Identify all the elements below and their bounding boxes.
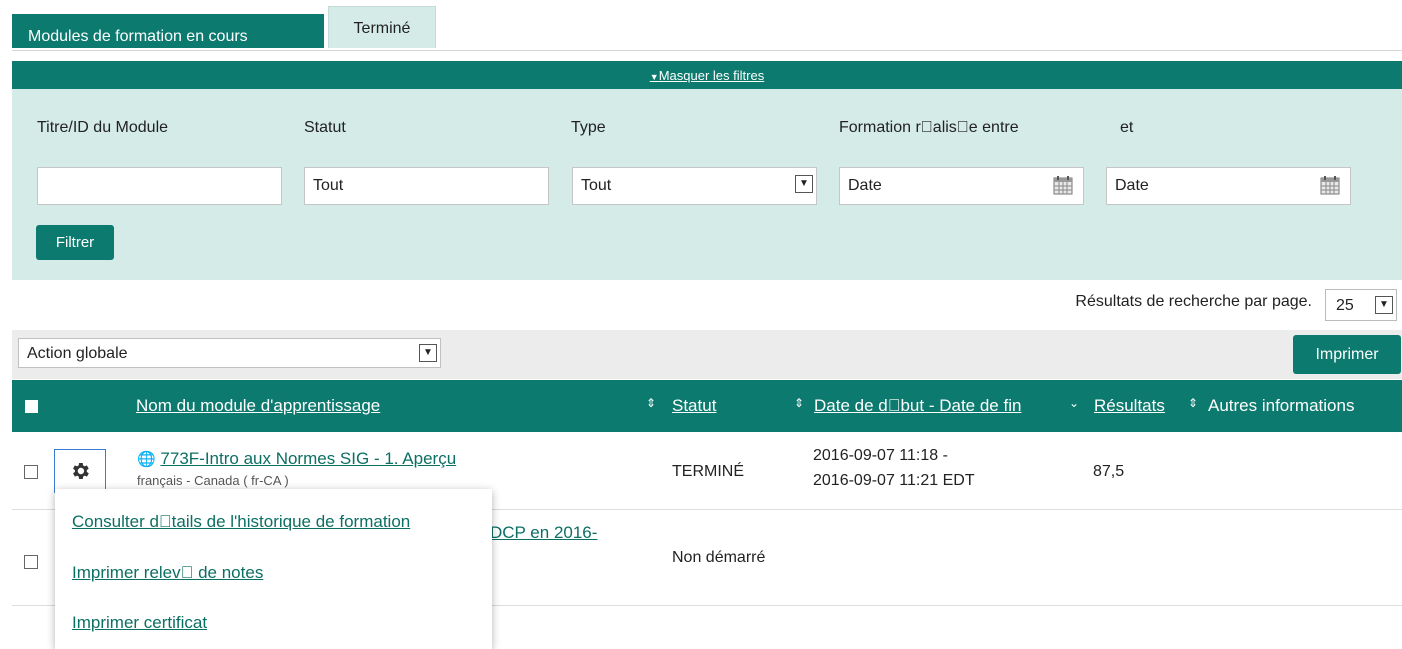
tab-in-progress[interactable]: Modules de formation en cours xyxy=(12,14,324,48)
filter-toggle-bar: ▼Masquer les filtres xyxy=(12,61,1402,89)
sort-desc-icon[interactable]: ⌄ xyxy=(1069,396,1079,410)
chevron-down-icon[interactable]: ▼ xyxy=(1375,296,1393,314)
calendar-icon[interactable] xyxy=(1320,175,1340,195)
sort-icon[interactable]: ⇕ xyxy=(646,396,656,410)
print-button[interactable]: Imprimer xyxy=(1293,335,1401,374)
status-cell: Non démarré xyxy=(672,549,766,566)
caret-down-icon: ▼ xyxy=(649,72,659,82)
status-value: Tout xyxy=(313,177,344,194)
row-checkbox[interactable] xyxy=(24,555,38,569)
globe-icon: 🌐 xyxy=(137,451,156,468)
date-to-placeholder: Date xyxy=(1115,177,1149,194)
select-all-checkbox[interactable] xyxy=(25,400,38,413)
date-from-field[interactable]: Date xyxy=(839,167,1084,205)
module-title-cell: 🌐 773F-Intro aux Normes SIG - 1. Aperçu xyxy=(137,449,456,469)
date-end: 2016-09-07 11:21 EDT xyxy=(813,472,975,489)
date-to-field[interactable]: Date xyxy=(1106,167,1351,205)
tab-completed[interactable]: Terminé xyxy=(328,6,436,48)
row-checkbox[interactable] xyxy=(24,465,38,479)
column-header-dates[interactable]: Date de d but - Date de fin xyxy=(814,396,1021,416)
action-bar: Action globale ▼ Imprimer xyxy=(12,330,1402,379)
date-range-label: Formation r alis e entre xyxy=(839,119,1019,136)
global-action-select[interactable]: Action globale ▼ xyxy=(18,338,441,368)
filter-panel: Titre/ID du Module Statut Type Formation… xyxy=(12,89,1402,280)
date-and-label: et xyxy=(1120,119,1134,136)
per-page-select[interactable]: 25 ▼ xyxy=(1325,289,1397,321)
status-cell: TERMINÉ xyxy=(672,463,744,480)
table-header: Nom du module d'apprentissage ⇕ Statut ⇕… xyxy=(12,380,1402,432)
column-header-results[interactable]: Résultats xyxy=(1094,396,1165,416)
type-select[interactable]: Tout ▼ xyxy=(572,167,817,205)
menu-item-view-history[interactable]: Consulter d tails de l'historique de for… xyxy=(72,512,410,532)
date-from-placeholder: Date xyxy=(848,177,882,194)
sort-icon[interactable]: ⇕ xyxy=(1188,396,1198,410)
row-actions-menu: Consulter d tails de l'historique de for… xyxy=(55,489,492,649)
row-actions-button[interactable] xyxy=(54,449,106,493)
title-filter-label: Titre/ID du Module xyxy=(37,119,169,136)
per-page-label: Résultats de recherche par page. xyxy=(1075,293,1312,310)
hide-filters-link[interactable]: ▼Masquer les filtres xyxy=(650,68,764,83)
filter-button[interactable]: Filtrer xyxy=(36,225,114,260)
sort-icon[interactable]: ⇕ xyxy=(794,396,804,410)
module-title-link[interactable]: DCP en 2016- xyxy=(490,523,597,542)
menu-item-print-certificate[interactable]: Imprimer certificat xyxy=(72,613,207,633)
chevron-down-icon[interactable]: ▼ xyxy=(795,175,813,193)
module-title-fragment: DCP en 2016- xyxy=(490,523,597,543)
menu-item-print-transcript[interactable]: Imprimer relev  de notes xyxy=(72,563,263,583)
global-action-value: Action globale xyxy=(27,345,128,362)
type-filter-label: Type xyxy=(571,119,606,136)
column-header-other: Autres informations xyxy=(1208,396,1355,415)
module-language: français - Canada ( fr-CA ) xyxy=(137,473,289,488)
status-filter-label: Statut xyxy=(304,119,346,136)
column-header-status[interactable]: Statut xyxy=(672,396,716,416)
module-title-link[interactable]: 773F-Intro aux Normes SIG - 1. Aperçu xyxy=(160,449,456,468)
per-page-value: 25 xyxy=(1336,297,1354,314)
tab-bar: Modules de formation en cours Terminé xyxy=(12,6,1402,51)
type-value: Tout xyxy=(581,177,612,194)
chevron-down-icon[interactable]: ▼ xyxy=(419,344,437,362)
title-filter-input[interactable] xyxy=(37,167,282,205)
status-filter-field[interactable]: Tout xyxy=(304,167,549,205)
title-input[interactable] xyxy=(46,177,258,195)
gear-icon xyxy=(73,463,89,479)
calendar-icon[interactable] xyxy=(1053,175,1073,195)
result-cell: 87,5 xyxy=(1093,463,1125,480)
column-header-name[interactable]: Nom du module d'apprentissage xyxy=(136,396,380,416)
date-start: 2016-09-07 11:18 - xyxy=(813,447,948,464)
